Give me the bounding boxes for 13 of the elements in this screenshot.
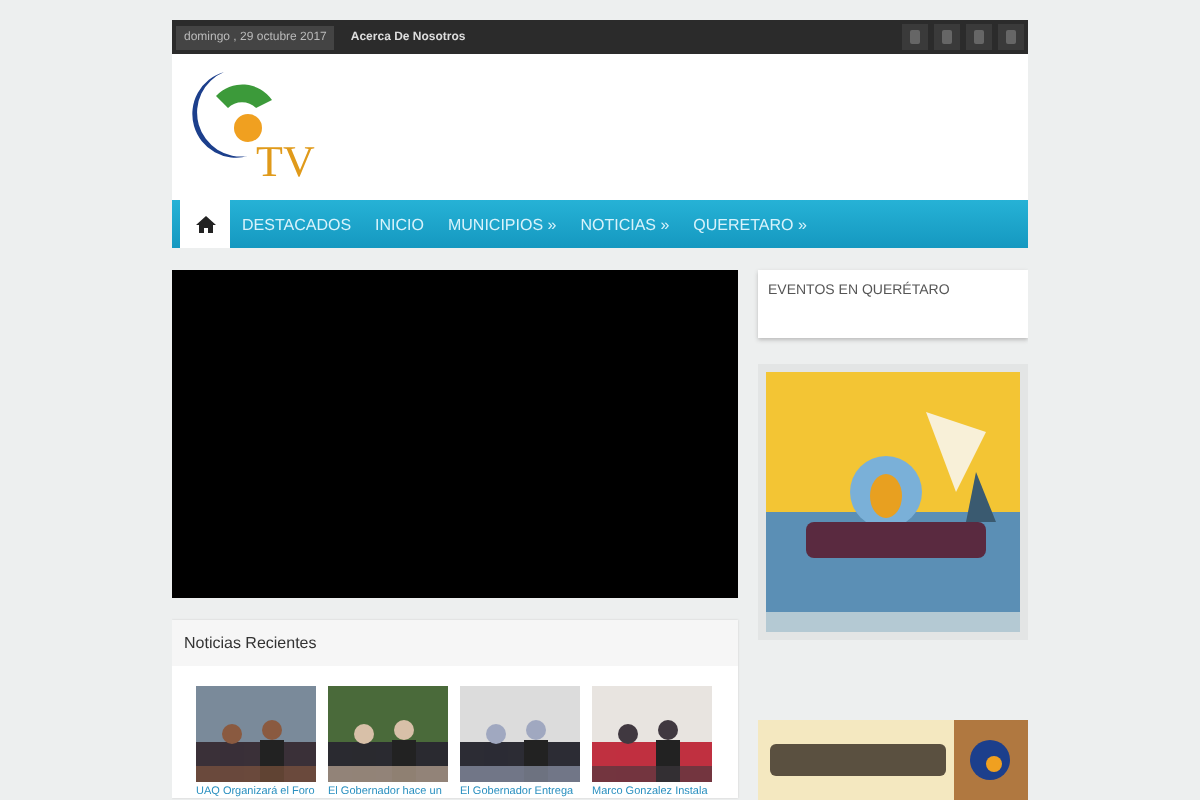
nav-item[interactable]: MUNICIPIOS » <box>435 200 569 248</box>
nav-item[interactable]: INICIO <box>363 200 436 248</box>
social-icon[interactable] <box>966 24 992 50</box>
nav-item[interactable]: DESTACADOS <box>230 200 364 248</box>
home-icon <box>195 214 215 234</box>
nav-item[interactable]: NOTICIAS » <box>568 200 682 248</box>
social-icon[interactable] <box>902 24 928 50</box>
social-icon[interactable] <box>934 24 960 50</box>
nav-item[interactable]: QUERETARO » <box>681 200 819 248</box>
social-icon[interactable] <box>998 24 1024 50</box>
home-tab[interactable] <box>180 200 230 248</box>
logo[interactable]: TV <box>188 63 320 191</box>
card-title: Noticias Recientes <box>172 620 738 666</box>
